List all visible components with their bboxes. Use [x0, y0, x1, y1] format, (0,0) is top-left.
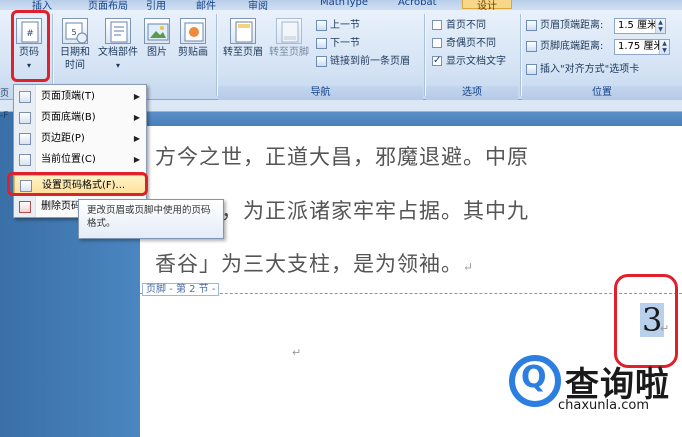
- clip-art-button[interactable]: 剪贴画: [174, 18, 212, 59]
- chevron-down-icon: ▾: [115, 61, 120, 70]
- spinner-arrows-icon[interactable]: ▲ ▼: [659, 40, 669, 54]
- different-first-page-label: 首页不同: [446, 20, 486, 31]
- watermark-logo-letter: Q: [521, 360, 547, 395]
- group-separator: [520, 14, 521, 96]
- header-position-icon: [526, 19, 537, 31]
- menu-item-page-margins[interactable]: 页边距(P) ▶: [14, 129, 146, 149]
- footer-from-bottom-spinner[interactable]: 1.75 厘米 ▲ ▼: [614, 39, 670, 55]
- submenu-arrow-icon: ▶: [133, 92, 140, 101]
- footer-from-bottom-label: 页脚底端距离:: [526, 40, 603, 54]
- document-line-1[interactable]: 方今之世，正道大昌，邪魔退避。中原: [155, 141, 529, 171]
- tab-review[interactable]: 审阅: [248, 0, 268, 10]
- quick-parts-button[interactable]: 文档部件 ▾: [96, 18, 140, 72]
- submenu-arrow-icon: ▶: [133, 134, 140, 143]
- calendar-clock-icon: 5: [62, 18, 88, 44]
- red-highlight-page-number-button: [11, 10, 50, 82]
- date-time-button[interactable]: 5 日期和 时间: [56, 18, 94, 72]
- submenu-arrow-icon: ▶: [133, 113, 140, 122]
- show-document-text-label: 显示文档文字: [446, 56, 506, 67]
- insert-alignment-tab-button[interactable]: 插入"对齐方式"选项卡: [526, 63, 639, 77]
- watermark-url: chaxunla.com: [558, 398, 649, 413]
- footer-from-bottom-value: 1.75 厘米: [618, 41, 664, 52]
- tab-page-layout[interactable]: 页面布局: [88, 0, 128, 10]
- red-highlight-page-number: [614, 274, 678, 368]
- goto-footer-label: 转至页脚: [269, 47, 309, 58]
- goto-footer-button[interactable]: 转至页脚: [266, 18, 312, 59]
- header-from-top-spinner[interactable]: 1.5 厘米 ▲ ▼: [614, 18, 666, 34]
- options-group-title: 选项: [426, 86, 518, 100]
- previous-section-button[interactable]: 上一节: [316, 19, 360, 33]
- tab-insert[interactable]: 插入: [32, 0, 52, 10]
- ribbon-tab-strip: 插入 页面布局 引用 邮件 审阅 MathType Acrobat 设计: [0, 0, 682, 10]
- picture-label: 图片: [147, 47, 167, 58]
- tab-design[interactable]: 设计: [462, 0, 512, 10]
- group-separator: [216, 14, 217, 96]
- tab-mailings[interactable]: 邮件: [196, 0, 216, 10]
- link-icon: [316, 55, 327, 67]
- menu-item-top-of-page[interactable]: 页面顶端(T) ▶: [14, 87, 146, 107]
- red-highlight-format-menu-item: [7, 172, 148, 196]
- navigation-group-title: 导航: [218, 86, 423, 100]
- tab-references[interactable]: 引用: [146, 0, 166, 10]
- quick-parts-icon: [105, 18, 131, 44]
- show-document-text-checkbox[interactable]: [432, 54, 442, 68]
- menu-item-current-position[interactable]: 当前位置(C) ▶: [14, 150, 146, 170]
- spinner-arrows-icon[interactable]: ▲ ▼: [655, 19, 665, 33]
- document-line-3[interactable]: 香谷」为三大支柱，是为领袖。↵: [155, 248, 474, 278]
- link-to-previous-label: 链接到前一条页眉: [330, 56, 410, 67]
- date-time-label: 日期和 时间: [60, 47, 90, 71]
- clip-art-label: 剪贴画: [178, 47, 208, 58]
- menu-item-bottom-of-page[interactable]: 页面底端(B) ▶: [14, 108, 146, 128]
- picture-button[interactable]: 图片: [142, 18, 172, 59]
- submenu-arrow-icon: ▶: [133, 155, 140, 164]
- picture-icon: [144, 18, 170, 44]
- goto-footer-icon: [276, 18, 302, 44]
- header-from-top-label: 页眉顶端距离:: [526, 19, 603, 33]
- previous-section-label: 上一节: [330, 20, 360, 31]
- different-odd-even-checkbox[interactable]: [432, 38, 442, 48]
- svg-text:5: 5: [71, 28, 76, 37]
- arrow-down-icon: [316, 37, 327, 49]
- tab-mathtype[interactable]: MathType: [320, 0, 368, 8]
- paragraph-mark: ↵: [292, 346, 302, 359]
- position-group-title: 位置: [522, 86, 682, 100]
- quick-parts-label: 文档部件: [98, 47, 138, 58]
- next-section-button[interactable]: 下一节: [316, 37, 360, 51]
- alignment-tab-icon: [526, 63, 537, 75]
- different-first-page-option[interactable]: 首页不同: [432, 19, 486, 33]
- group-separator: [424, 14, 425, 96]
- paragraph-mark: ↵: [463, 260, 475, 274]
- ruler-strip: [140, 112, 682, 126]
- insert-alignment-tab-label: 插入"对齐方式"选项卡: [540, 64, 640, 75]
- tab-acrobat[interactable]: Acrobat: [398, 0, 437, 8]
- link-to-previous-button[interactable]: 链接到前一条页眉: [316, 55, 410, 69]
- page-number-menu: 页面顶端(T) ▶ 页面底端(B) ▶ 页边距(P) ▶ 当前位置(C) ▶ 设…: [13, 84, 147, 218]
- goto-header-label: 转至页眉: [223, 47, 263, 58]
- tooltip: 更改页眉或页脚中使用的页码格式。: [78, 199, 224, 239]
- goto-header-button[interactable]: 转至页眉: [220, 18, 266, 59]
- current-position-icon: [19, 154, 31, 166]
- left-cut-label: 页: [0, 89, 10, 99]
- different-first-page-checkbox[interactable]: [432, 20, 442, 30]
- next-section-label: 下一节: [330, 38, 360, 49]
- footer-boundary-line: [140, 293, 682, 294]
- page-top-icon: [19, 91, 31, 103]
- different-odd-even-option[interactable]: 奇偶页不同: [432, 37, 496, 51]
- page-bottom-icon: [19, 112, 31, 124]
- show-document-text-option[interactable]: 显示文档文字: [432, 54, 506, 69]
- footer-position-icon: [526, 40, 537, 52]
- clip-art-icon: [180, 18, 206, 44]
- ruler-marker: -F: [0, 111, 9, 121]
- arrow-up-icon: [316, 19, 327, 31]
- header-from-top-value: 1.5 厘米: [618, 20, 658, 31]
- remove-page-numbers-icon: [19, 201, 31, 213]
- goto-header-icon: [230, 18, 256, 44]
- page-margins-icon: [19, 133, 31, 145]
- footer-section-tag: 页脚 - 第 2 节 -: [142, 283, 220, 296]
- different-odd-even-label: 奇偶页不同: [446, 38, 496, 49]
